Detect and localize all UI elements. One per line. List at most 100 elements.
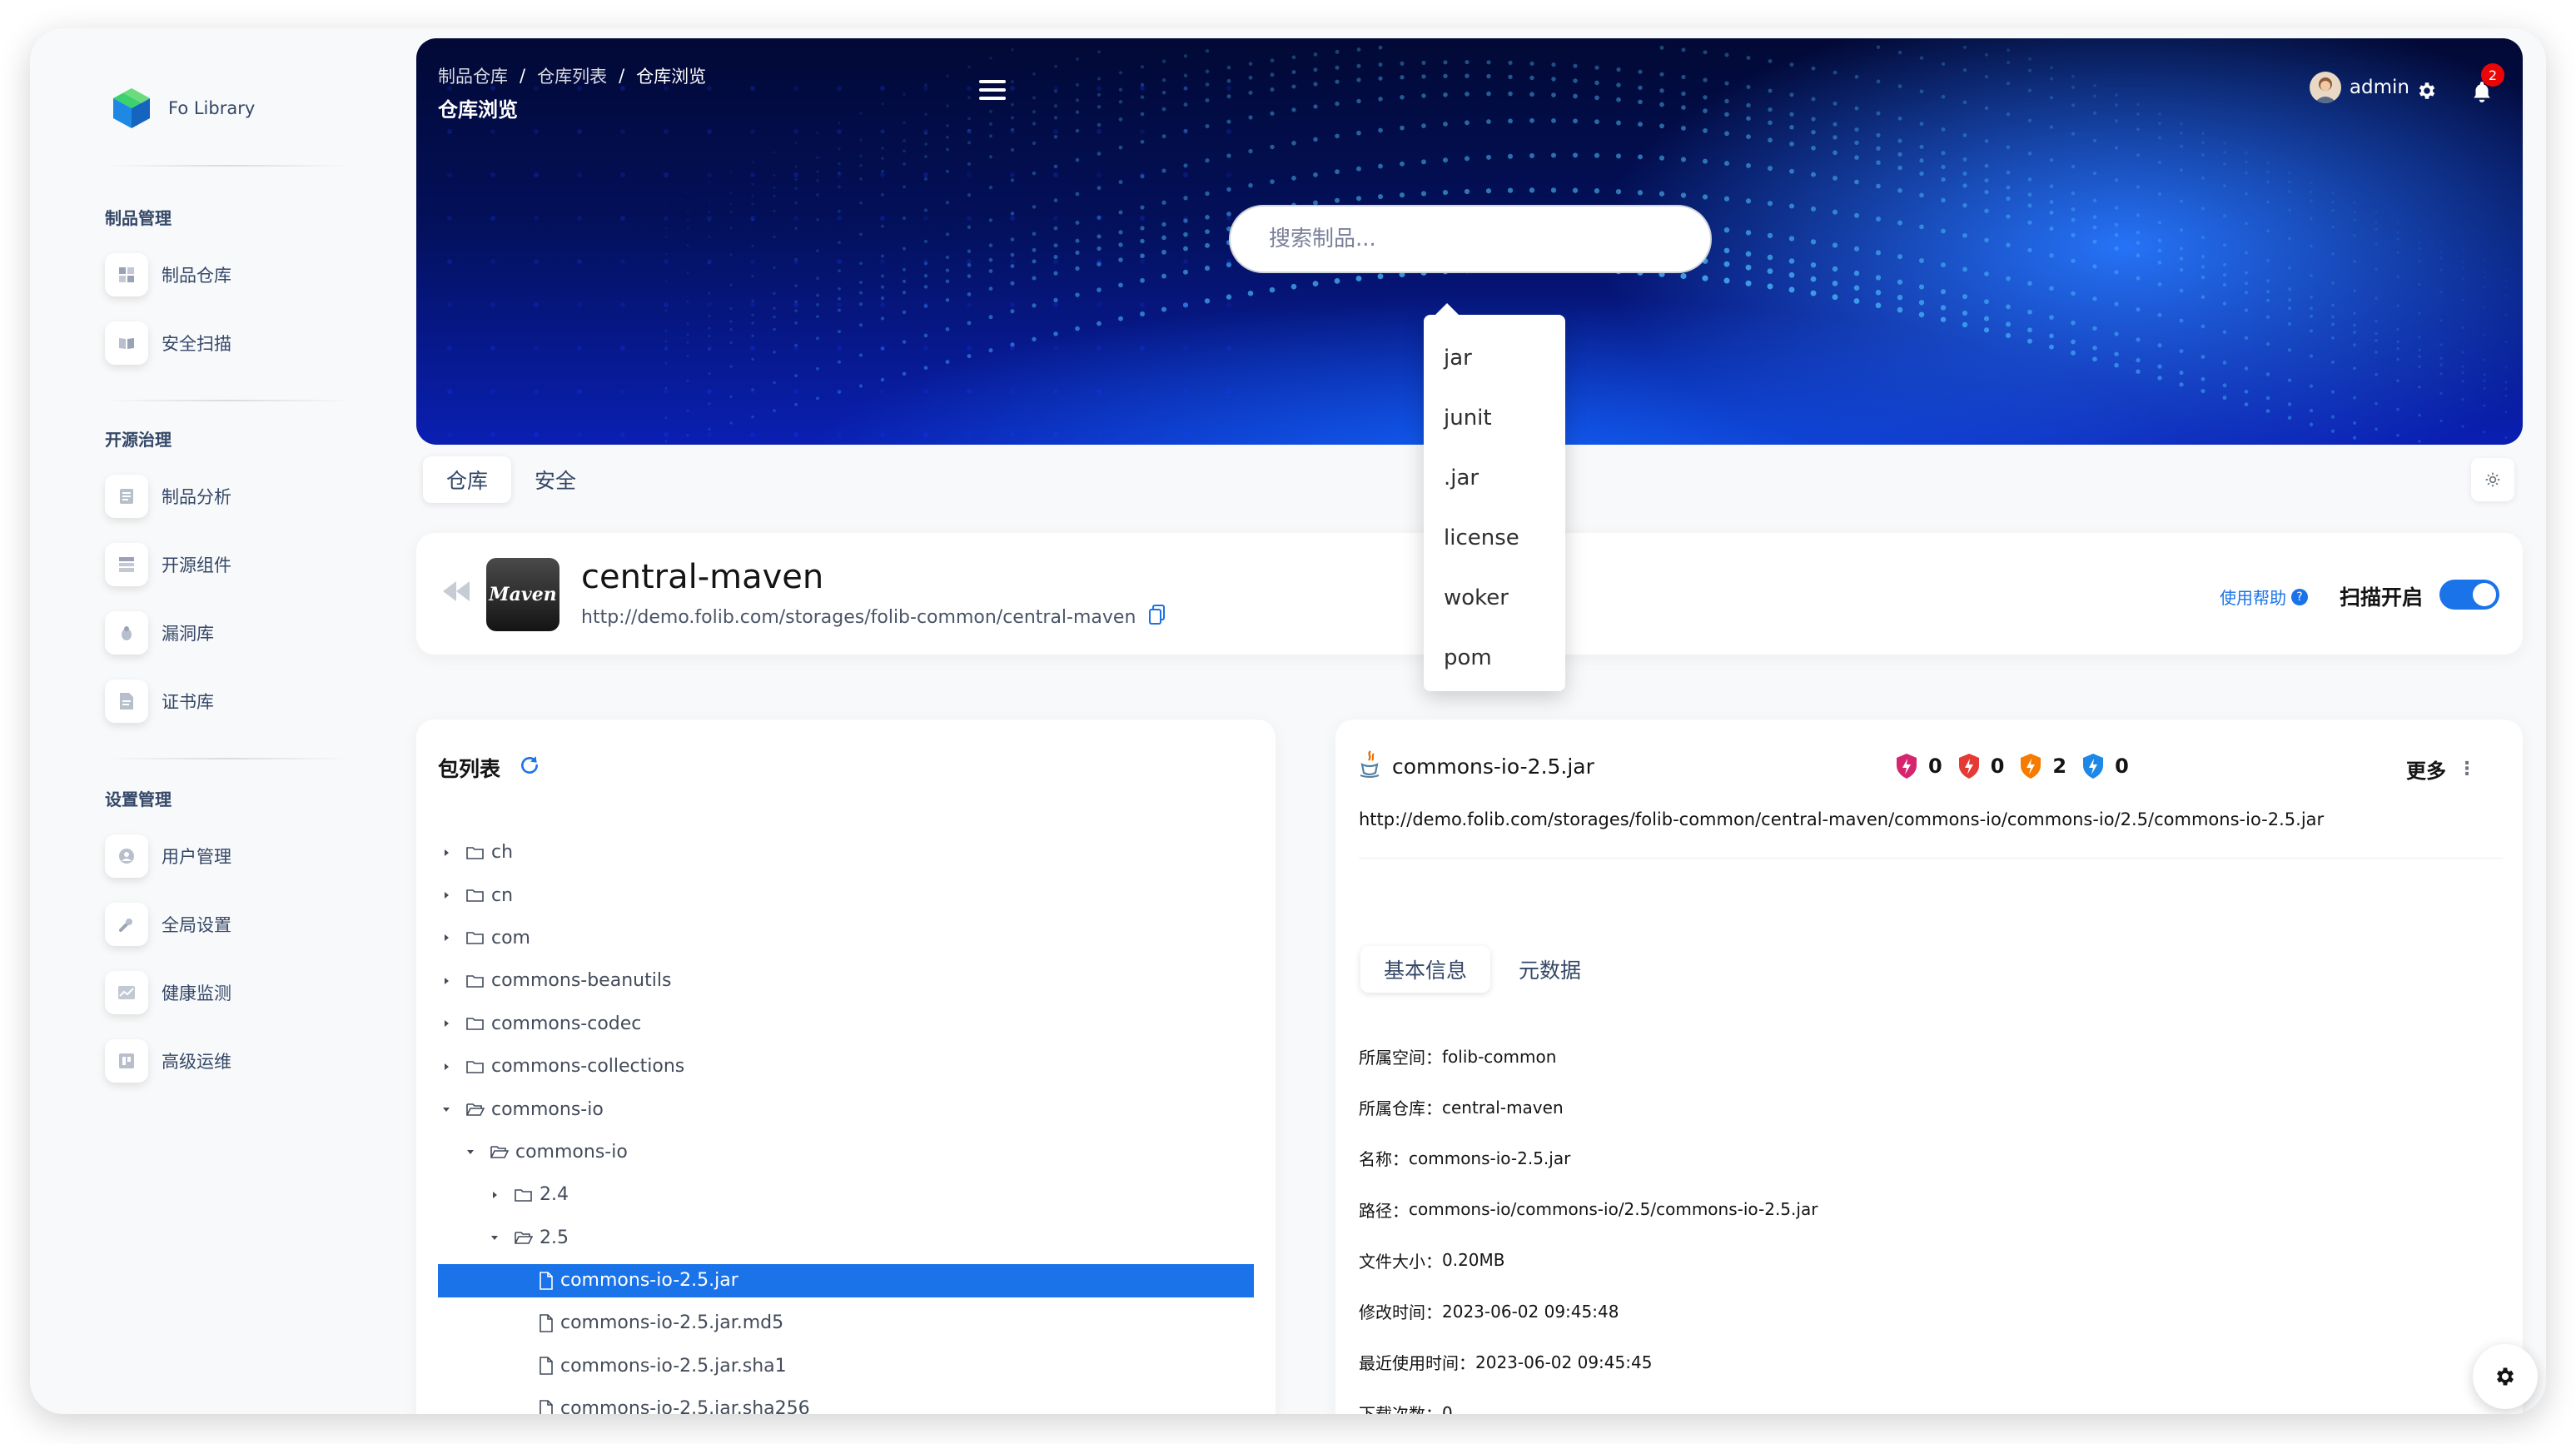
tree-file-row[interactable]: commons-io-2.5.jar.sha256	[438, 1387, 1254, 1414]
help-link[interactable]: 使用帮助 ?	[2220, 585, 2308, 609]
suggestion-item[interactable]: jar	[1424, 328, 1565, 388]
tab-basic-info[interactable]: 基本信息	[1360, 946, 1491, 993]
caret-right-icon[interactable]	[438, 934, 455, 942]
user-menu[interactable]: admin	[2309, 72, 2409, 103]
info-row: 路径： commons-io/commons-io/2.5/commons-io-…	[1359, 1184, 1818, 1235]
java-icon	[1359, 749, 1380, 783]
suggestion-item[interactable]: license	[1424, 508, 1565, 568]
tree-folder-row[interactable]: commons-codec	[438, 1003, 1254, 1045]
tree-node-label: commons-beanutils	[491, 970, 672, 992]
sidebar-item-health[interactable]: 健康监测	[105, 966, 231, 1019]
info-key: 修改时间：	[1359, 1302, 1442, 1323]
certificate-icon	[105, 680, 148, 723]
page-title: 仓库浏览	[438, 98, 518, 122]
tab-metadata[interactable]: 元数据	[1495, 946, 1604, 993]
tree-folder-row[interactable]: commons-io	[438, 1088, 1254, 1130]
breadcrumb-item[interactable]: 制品仓库	[438, 63, 508, 88]
info-value: commons-io/commons-io/2.5/commons-io-2.5…	[1409, 1199, 1818, 1220]
suggestion-item[interactable]: woker	[1424, 568, 1565, 628]
sidebar-item-label: 健康监测	[162, 983, 231, 1003]
suggestion-item[interactable]: .jar	[1424, 448, 1565, 508]
caret-down-icon[interactable]	[438, 1105, 455, 1113]
tree-file-row[interactable]: commons-io-2.5.jar.md5	[438, 1302, 1254, 1344]
sidebar-item-user-mgmt[interactable]: 用户管理	[105, 829, 231, 883]
tree-file-row[interactable]: commons-io-2.5.jar.sha1	[438, 1345, 1254, 1387]
hamburger-menu-icon[interactable]	[979, 80, 1006, 103]
tree-folder-row[interactable]: commons-collections	[438, 1045, 1254, 1088]
caret-down-icon[interactable]	[462, 1148, 479, 1156]
view-settings-button[interactable]	[2471, 458, 2514, 501]
notification-badge: 2	[2481, 63, 2504, 87]
back-rewind-icon[interactable]	[441, 580, 471, 606]
breadcrumb-item[interactable]: 仓库列表	[537, 63, 607, 88]
sidebar-item-oss-components[interactable]: 开源组件	[105, 538, 231, 591]
suggestion-item[interactable]: junit	[1424, 388, 1565, 448]
info-row: 所属仓库： central-maven	[1359, 1082, 1818, 1133]
tree-folder-row[interactable]: 2.5	[438, 1217, 1254, 1259]
vuln-high: 0	[1957, 753, 2004, 779]
sidebar-item-global-settings[interactable]: 全局设置	[105, 898, 231, 951]
sidebar: Fo Library 制品管理 制品仓库 安全扫描 开源治理 制品分析 开源组件…	[30, 28, 363, 1414]
tree-folder-row[interactable]: 2.4	[438, 1173, 1254, 1216]
file-icon	[539, 1272, 554, 1290]
divider	[105, 758, 351, 759]
gear-icon	[2497, 1367, 2514, 1386]
nav-section-title: 设置管理	[105, 789, 172, 809]
sidebar-item-label: 全局设置	[162, 915, 231, 935]
more-label: 更多	[2406, 759, 2446, 783]
brand[interactable]: Fo Library	[108, 75, 255, 142]
search-input[interactable]	[1269, 227, 1652, 251]
suggestion-item[interactable]: pom	[1424, 628, 1565, 688]
info-row: 所属空间： folib-common	[1359, 1031, 1818, 1082]
sidebar-item-advanced-ops[interactable]: 高级运维	[105, 1034, 231, 1088]
tab-security[interactable]: 安全	[511, 456, 599, 503]
caret-right-icon[interactable]	[438, 977, 455, 985]
package-tree: ch cn com commons-beanutils commons-codec com…	[438, 831, 1254, 1414]
tree-file-row[interactable]: commons-io-2.5.jar	[438, 1263, 1254, 1297]
floating-settings-button[interactable]	[2473, 1344, 2538, 1409]
sidebar-item-artifact-repo[interactable]: 制品仓库	[105, 248, 231, 301]
info-value: central-maven	[1442, 1097, 1564, 1118]
search-bar	[1229, 205, 1712, 273]
sidebar-item-label: 漏洞库	[162, 624, 214, 644]
tree-node-label: com	[491, 927, 530, 949]
tree-folder-row[interactable]: com	[438, 917, 1254, 959]
tree-node-label: cn	[491, 884, 514, 906]
gear-icon	[2485, 472, 2500, 487]
info-key: 下载次数：	[1359, 1401, 1442, 1414]
caret-right-icon[interactable]	[438, 1019, 455, 1028]
sidebar-item-cert-db[interactable]: 证书库	[105, 675, 214, 728]
vuln-count: 0	[1928, 754, 1942, 778]
more-menu-button[interactable]: 更多 ⋮	[2406, 754, 2476, 784]
refresh-icon[interactable]	[519, 754, 540, 781]
caret-right-icon[interactable]	[486, 1191, 503, 1199]
tab-repository[interactable]: 仓库	[423, 456, 512, 503]
tree-folder-row[interactable]: commons-io	[438, 1131, 1254, 1173]
info-value: folib-common	[1442, 1046, 1557, 1067]
breadcrumb: 制品仓库 / 仓库列表 / 仓库浏览	[438, 63, 706, 88]
tree-folder-row[interactable]: cn	[438, 874, 1254, 916]
settings-gear-icon[interactable]	[2416, 80, 2438, 105]
info-key: 所属仓库：	[1359, 1098, 1442, 1119]
sidebar-item-vuln-db[interactable]: 漏洞库	[105, 606, 214, 660]
tree-node-label: commons-io	[515, 1141, 628, 1163]
info-row: 名称： commons-io-2.5.jar	[1359, 1133, 1818, 1183]
package-list-card: 包列表 ch cn com commons-beanutils commons-code…	[416, 720, 1276, 1414]
caret-right-icon[interactable]	[438, 891, 455, 899]
divider	[105, 400, 351, 401]
copy-icon[interactable]	[1149, 605, 1166, 630]
tree-folder-row[interactable]: ch	[438, 831, 1254, 874]
caret-down-icon[interactable]	[486, 1233, 503, 1242]
sidebar-item-security-scan[interactable]: 安全扫描	[105, 316, 231, 370]
divider	[1359, 858, 2503, 859]
tree-folder-row[interactable]: commons-beanutils	[438, 959, 1254, 1002]
caret-right-icon[interactable]	[438, 1063, 455, 1071]
breadcrumb-current: 仓库浏览	[636, 67, 707, 87]
sidebar-item-artifact-analysis[interactable]: 制品分析	[105, 470, 231, 523]
scan-toggle[interactable]	[2439, 580, 2499, 610]
repo-tabs: 仓库 安全	[423, 456, 599, 503]
caret-right-icon[interactable]	[438, 849, 455, 857]
folder-icon	[466, 1059, 485, 1074]
shield-icon	[1958, 754, 1979, 779]
dropdown-arrow	[1435, 303, 1459, 315]
